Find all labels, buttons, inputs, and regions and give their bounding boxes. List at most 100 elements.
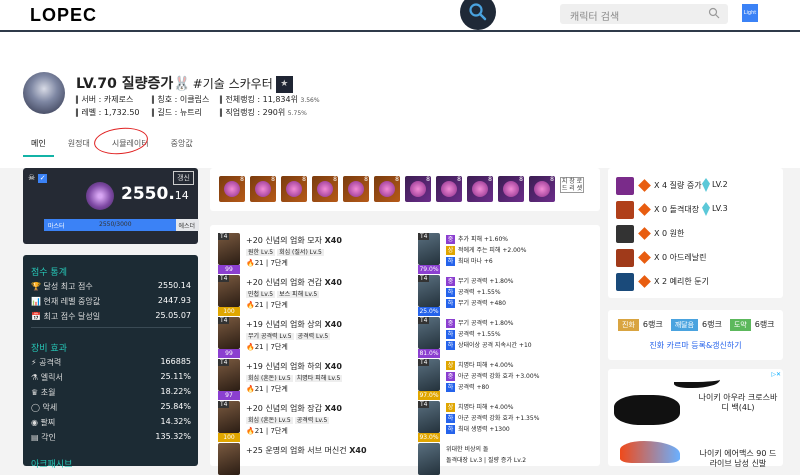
card-tags: 진화 6랭크 깨달음 6랭크 도약 6랭크: [618, 319, 783, 331]
gems-panel: 8 8 8 8 8 8 8 8 8 8 8: [210, 168, 600, 211]
gem-slot[interactable]: 8: [374, 176, 400, 202]
tier-progress-label: 2550/3000: [99, 221, 132, 228]
score-decimal: 14: [174, 189, 189, 202]
stat-value: 25.11%: [160, 372, 191, 381]
magnifier-icon[interactable]: [708, 7, 720, 19]
equip-effects-heading: 장비 효과: [31, 344, 67, 354]
gem-slot[interactable]: 8: [343, 176, 369, 202]
gem-slot[interactable]: 8: [219, 176, 245, 202]
karma-register-link[interactable]: 진화 카르마 등록&갱신하기: [608, 340, 783, 351]
accessory-option: 하 아군 공격력 강화 효과 +1.35%: [446, 413, 539, 423]
bag-product-image[interactable]: [614, 395, 680, 425]
engraving-icon: [616, 249, 634, 267]
tier-badge: T4: [218, 275, 230, 282]
tab-main[interactable]: 메인: [23, 135, 54, 157]
gem-slot[interactable]: 8: [312, 176, 338, 202]
stat-label: 📅 최고 점수 달성일: [31, 312, 101, 321]
quality-badge: 79.0%: [418, 265, 440, 274]
engraving-row[interactable]: X 0 아드레날린: [616, 249, 776, 267]
stat-value: 14.32%: [160, 417, 191, 426]
equipment-panel: T4 99 +20 신념의 업화 모자 X40 원한 Lv.5 회심 (질서) Lv.5…: [210, 225, 600, 475]
tab-median[interactable]: 중앙값: [163, 135, 201, 157]
option-text: 공격력 +1.55%: [458, 331, 501, 338]
gem-slot[interactable]: 8: [250, 176, 276, 202]
elixir-option: 무기 공격력 Lv.5: [246, 333, 294, 340]
accessory-option: 상 치명타 피해 +4.00%: [446, 402, 514, 412]
accessory-option: 중 아군 공격력 강화 효과 +3.00%: [446, 371, 539, 381]
gem-slot[interactable]: 8: [436, 176, 462, 202]
shoe-product-image[interactable]: [620, 441, 680, 463]
engraving-name: X 0 돌격대장: [654, 205, 700, 214]
stat-row: 📅 최고 점수 달성일 25.05.07: [31, 311, 191, 322]
engraving-row[interactable]: X 0 돌격대장 LV.3: [616, 201, 776, 219]
character-search-input[interactable]: 캐릭터 검색: [560, 4, 728, 24]
stone-level: LV.3: [712, 204, 728, 213]
evolution-tag: 진화: [618, 319, 639, 331]
renew-button[interactable]: 갱신: [173, 171, 194, 185]
equipment-name: +20 신념의 업화 견갑 X40: [246, 278, 342, 287]
grade-badge: 하: [446, 299, 455, 308]
engraving-name: X 4 질량 증가: [654, 181, 702, 190]
character-name: LV.70 질량증가: [76, 76, 174, 92]
accessory-option: 하 공격력 +80: [446, 382, 489, 392]
stat-label: ⚗ 엘릭서: [31, 373, 63, 382]
accessory-option: 하 무기 공격력 +480: [446, 298, 506, 308]
stone-level: LV.2: [712, 180, 728, 189]
option-text: 아군 공격력 강화 효과 +1.35%: [458, 415, 540, 422]
gem-slot[interactable]: 8: [529, 176, 555, 202]
engraving-row[interactable]: X 4 질량 증가 LV.2: [616, 177, 776, 195]
ad-choices-icon[interactable]: ▷✕: [771, 371, 781, 378]
total-rank-text: 전체랭킹 : 11,834위: [225, 95, 298, 104]
option-text: 최대 마나 +6: [458, 258, 493, 265]
site-logo[interactable]: LOPEC: [30, 5, 97, 26]
option-text: 추가 피해 +1.60%: [458, 236, 508, 243]
gem-preset-label[interactable]: 지 창 로 드 리 셋: [560, 177, 584, 193]
grade-badge: 하: [446, 257, 455, 266]
search-circle-button[interactable]: [460, 0, 496, 30]
gem-level: 8: [519, 176, 523, 183]
stat-row: ⚗ 엘릭서 25.11%: [31, 372, 191, 383]
stat-row: ◯ 악세 25.84%: [31, 402, 191, 413]
tier-badge: T4: [418, 401, 430, 408]
gem-slot[interactable]: 8: [281, 176, 307, 202]
ad-product-1[interactable]: 나이키 아우라 크로스바디 백(4L): [698, 393, 778, 413]
stat-value: 25.84%: [160, 402, 191, 411]
option-text: 무기 공격력 +480: [458, 300, 506, 307]
accessory-icon: [418, 443, 440, 475]
gem-icon: [534, 181, 550, 197]
stat-label: ♛ 초월: [31, 388, 56, 397]
profile-info: 서버 : 카제로스 칭호 : 이클립스 전체랭킹 : 11,834위 3.56%…: [76, 94, 330, 120]
engraving-name: X 0 원한: [654, 229, 685, 238]
equipment-options: 민첩 Lv.5 보스 피해 Lv.5: [246, 289, 321, 298]
ad-product-2[interactable]: 나이키 에어맥스 90 드라이브 남성 신발: [698, 449, 778, 469]
gem-slot[interactable]: 8: [467, 176, 493, 202]
quality-badge: 93.0%: [418, 433, 440, 442]
ad-panel[interactable]: ▷✕ 나이키 아우라 크로스바디 백(4L) 나이키 에어맥스 90 드라이브 …: [608, 369, 783, 469]
gem-slot[interactable]: 8: [498, 176, 524, 202]
title-info: 칭호 : 이클립스: [152, 94, 210, 107]
stat-row: 📊 현재 레벨 중앙값 2447.93: [31, 296, 191, 307]
grade-badge: 중: [446, 277, 455, 286]
equipment-options: 회심 (혼돈) Lv.5 공격력 Lv.5: [246, 415, 331, 424]
quality-badge: 99: [218, 349, 240, 358]
quality-badge: 97.0%: [418, 391, 440, 400]
stat-label: ▤ 각인: [31, 433, 56, 442]
theme-toggle-button[interactable]: Light: [742, 4, 758, 22]
class-rank-text: 직업랭킹 : 290위: [225, 108, 286, 117]
option-text: 무기 공격력 +1.80%: [458, 320, 514, 327]
stat-label: 🏆 달성 최고 점수: [31, 282, 93, 291]
checkbox-icon[interactable]: ✓: [38, 174, 48, 183]
accessory-option: 하 공격력 +1.55%: [446, 329, 501, 339]
engraving-row[interactable]: X 0 원한: [616, 225, 776, 243]
engraving-row[interactable]: X 2 예리한 둔기: [616, 273, 776, 291]
level-info: 레벨 : 1,732.50: [76, 107, 142, 120]
gem-slot[interactable]: 8: [405, 176, 431, 202]
stat-row: ▤ 각인 135.32%: [31, 432, 191, 443]
tab-expedition[interactable]: 원정대: [60, 135, 98, 157]
grade-badge: 상: [446, 403, 455, 412]
elixir-level: 🔥21 | 7단계: [246, 343, 288, 351]
elixir-option: 보스 피해 Lv.5: [277, 291, 320, 298]
gem-level: 8: [426, 176, 430, 183]
stat-value: 166885: [160, 357, 191, 366]
engraving-name: X 0 아드레날린: [654, 253, 707, 262]
